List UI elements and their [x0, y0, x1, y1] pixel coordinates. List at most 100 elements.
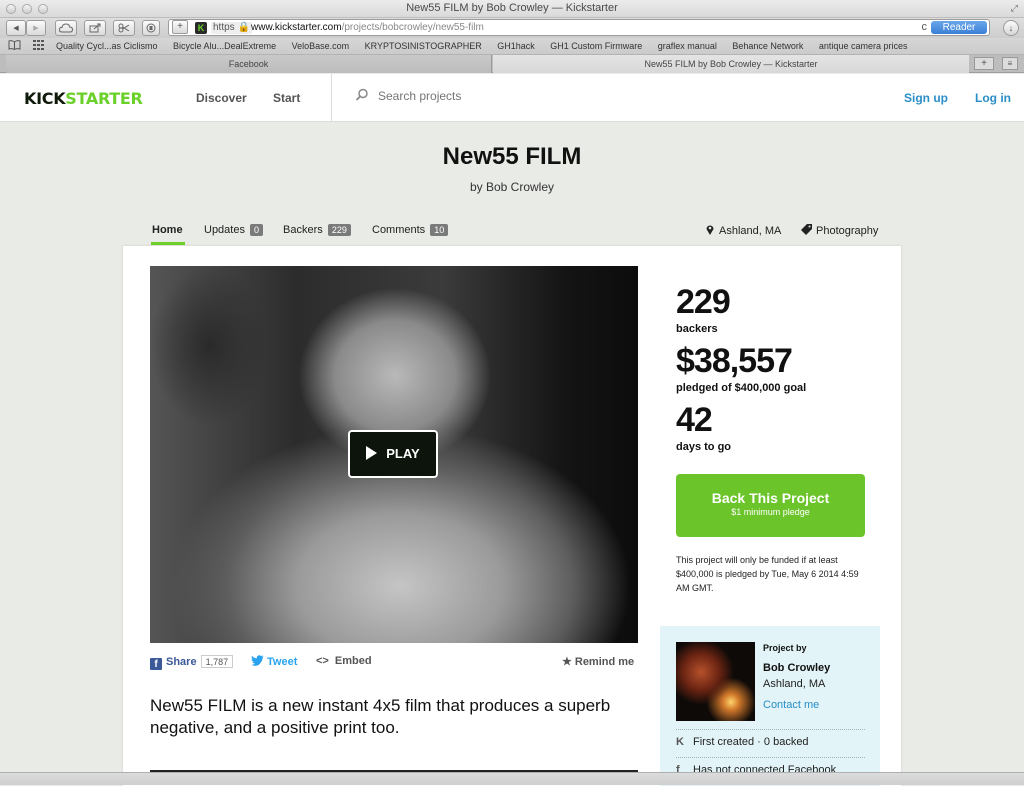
twitter-bird-icon: [251, 655, 264, 666]
play-label: PLAY: [386, 446, 420, 461]
facebook-icon: f: [150, 658, 162, 670]
creator-history: K First created · 0 backed: [676, 736, 809, 748]
top-sites-grid-icon[interactable]: [33, 40, 44, 53]
tab-updates[interactable]: Updates 0: [204, 224, 264, 236]
window-titlebar: New55 FILM by Bob Crowley — Kickstarter …: [0, 0, 1024, 18]
funding-note: This project will only be funded if at l…: [676, 555, 859, 593]
reading-list-icon[interactable]: [8, 40, 21, 53]
remind-label: Remind me: [574, 656, 635, 668]
bookmark-item[interactable]: graflex manual: [658, 41, 717, 51]
days-to-go-count: 42: [676, 401, 713, 439]
contact-me-link[interactable]: Contact me: [763, 699, 819, 711]
back-icon: ◀: [13, 25, 19, 32]
project-by-label: Project by: [763, 643, 807, 653]
fullscreen-icon[interactable]: ⤢: [1011, 3, 1018, 14]
project-title: New55 FILM: [442, 143, 582, 170]
category-text: Photography: [816, 225, 879, 237]
share-label: Share: [166, 656, 197, 668]
share-icon: [89, 23, 101, 33]
project-location[interactable]: Ashland, MA: [706, 224, 781, 237]
backers-label: backers: [676, 323, 718, 335]
tag-icon: [801, 224, 812, 235]
url-text[interactable]: www.kickstarter.com/projects/bobcrowley/…: [251, 22, 484, 33]
log-in-link[interactable]: Log in: [975, 91, 1011, 105]
tab-backers-label: Backers: [283, 224, 323, 236]
back-button-label: Back This Project: [711, 490, 830, 506]
add-bookmark-button[interactable]: +: [172, 20, 188, 34]
play-video-button[interactable]: PLAY: [348, 430, 438, 478]
tab-comments-label: Comments: [372, 224, 426, 236]
play-icon: [366, 446, 378, 460]
bookmark-item[interactable]: antique camera prices: [819, 41, 908, 51]
bookmark-item[interactable]: GH1 Custom Firmware: [550, 41, 642, 51]
tab-facebook[interactable]: Facebook: [6, 55, 492, 73]
kickstarter-logo[interactable]: KICKSTARTER: [24, 89, 143, 108]
days-to-go-label: days to go: [676, 441, 732, 453]
forward-button[interactable]: ▶: [26, 20, 46, 36]
search-input[interactable]: [378, 89, 578, 103]
tweet-button[interactable]: Tweet: [251, 655, 297, 668]
header-divider: [331, 74, 332, 122]
comments-count-badge: 10: [430, 224, 449, 236]
new-tab-button[interactable]: +: [974, 57, 994, 70]
tab-comments[interactable]: Comments 10: [372, 224, 449, 236]
reload-icon[interactable]: c: [922, 21, 928, 33]
window-title: New55 FILM by Bob Crowley — Kickstarter: [406, 2, 618, 14]
share-button[interactable]: [84, 20, 106, 36]
bookmarks-button[interactable]: [113, 20, 135, 36]
tab-overview-button[interactable]: ≡: [1002, 57, 1018, 70]
forward-icon: ▶: [33, 25, 39, 32]
extension-button[interactable]: [142, 20, 160, 36]
creator-divider: [676, 757, 865, 758]
backers-count: 229: [676, 283, 731, 321]
creator-avatar[interactable]: [676, 642, 755, 721]
downloads-icon[interactable]: ↓: [1003, 20, 1019, 36]
backers-count-badge: 229: [327, 224, 351, 236]
window-bottom-edge: [0, 772, 1024, 785]
bookmark-item[interactable]: Behance Network: [732, 41, 803, 51]
remind-me-button[interactable]: ★ Remind me: [562, 655, 634, 668]
bookmark-item[interactable]: KRYPTOSINISTOGRAPHER: [365, 41, 482, 51]
nav-discover[interactable]: Discover: [196, 91, 247, 105]
tab-bar: Facebook New55 FILM by Bob Crowley — Kic…: [0, 55, 1024, 73]
nav-start[interactable]: Start: [273, 91, 300, 105]
pledged-label: pledged of $400,000 goal: [676, 382, 807, 394]
back-button[interactable]: ◀: [6, 20, 26, 36]
embed-button[interactable]: <> Embed: [316, 655, 372, 667]
scissors-icon: [118, 23, 130, 33]
icloud-tabs-button[interactable]: [55, 20, 77, 36]
updates-count-badge: 0: [250, 224, 264, 236]
tweet-label: Tweet: [267, 656, 298, 668]
power-icon: [146, 23, 156, 33]
first-created-text: First created · 0 backed: [693, 736, 809, 748]
kickstarter-favicon-icon: K: [195, 22, 207, 34]
reader-button[interactable]: Reader: [931, 21, 987, 34]
bookmarks-bar: Quality Cycl...as Ciclismo Bicycle Alu..…: [0, 38, 1024, 55]
search-icon: [355, 88, 369, 105]
logo-starter-text: STARTER: [65, 89, 143, 108]
url-host: www.kickstarter.com: [251, 22, 342, 33]
creator-name[interactable]: Bob Crowley: [763, 662, 830, 674]
bookmark-item[interactable]: VeloBase.com: [292, 41, 350, 51]
site-header: KICKSTARTER Discover Start Sign up Log i…: [0, 74, 1024, 122]
project-byline[interactable]: by Bob Crowley: [0, 180, 1024, 194]
address-bar[interactable]: + K https 🔒 www.kickstarter.com/projects…: [168, 19, 990, 36]
pledged-amount: $38,557: [676, 342, 793, 380]
plus-icon: +: [177, 21, 183, 32]
facebook-share-button[interactable]: f Share 1,787: [150, 655, 234, 670]
project-category[interactable]: Photography: [801, 224, 878, 237]
project-blurb: New55 FILM is a new instant 4x5 film tha…: [150, 696, 611, 737]
bookmark-item[interactable]: GH1hack: [497, 41, 535, 51]
creator-location: Ashland, MA: [763, 678, 826, 690]
embed-code-icon: <>: [316, 655, 329, 667]
bookmark-item[interactable]: Quality Cycl...as Ciclismo: [56, 41, 158, 51]
star-icon: ★: [562, 656, 572, 668]
back-this-project-button[interactable]: Back This Project $1 minimum pledge: [676, 474, 865, 537]
back-button-sublabel: $1 minimum pledge: [731, 507, 810, 517]
sign-up-link[interactable]: Sign up: [904, 91, 948, 105]
tab-kickstarter[interactable]: New55 FILM by Bob Crowley — Kickstarter: [493, 55, 969, 73]
tab-backers[interactable]: Backers 229: [283, 224, 351, 236]
bookmark-item[interactable]: Bicycle Alu...DealExtreme: [173, 41, 276, 51]
cloud-icon: [58, 23, 74, 33]
tab-home[interactable]: Home: [152, 224, 183, 236]
